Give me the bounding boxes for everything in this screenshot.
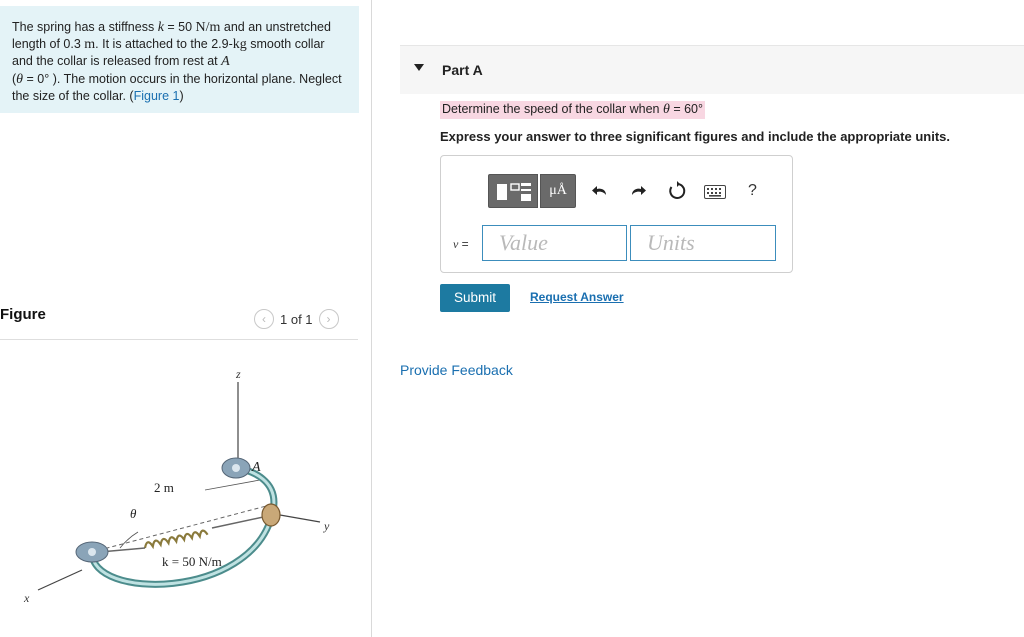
theta-label: θ — [130, 506, 137, 521]
problem-text: . It is attached to the 2.9- — [95, 37, 233, 52]
point-label: A — [221, 54, 230, 70]
pager-text: 1 of 1 — [280, 311, 313, 327]
y-axis-label: y — [323, 519, 330, 533]
spring — [143, 529, 209, 550]
submit-button[interactable]: Submit — [440, 284, 510, 312]
redo-icon[interactable] — [629, 182, 647, 200]
chevron-left-icon[interactable]: ‹ — [254, 309, 274, 329]
problem-text: ) — [179, 88, 184, 103]
spring-rod-end — [211, 515, 269, 529]
radius-dimension-line — [204, 479, 261, 491]
part-title: Part A — [442, 62, 483, 78]
question-suffix: = 60° — [669, 102, 704, 116]
support-pin-top — [232, 464, 240, 472]
x-axis-label: x — [23, 591, 30, 605]
problem-text: = 50 — [163, 20, 196, 34]
templates-icon-graphic — [497, 183, 531, 201]
reset-icon[interactable] — [667, 181, 687, 201]
answer-box: μÅ ? v = Value Units — [440, 155, 793, 273]
point-a-label: A — [251, 460, 261, 475]
chevron-right-icon[interactable]: › — [318, 309, 339, 329]
instructions: Express your answer to three significant… — [440, 129, 950, 144]
request-answer-link[interactable]: Request Answer — [530, 290, 624, 304]
x-axis-line — [37, 569, 83, 591]
undo-icon[interactable] — [591, 182, 609, 200]
question-theta: θ — [662, 102, 670, 117]
part-header[interactable]: Part A — [400, 45, 1024, 94]
collar — [261, 503, 281, 527]
z-axis-label: z — [235, 367, 241, 381]
mass-unit: kg — [232, 37, 247, 53]
radius-label: 2 m — [154, 480, 174, 495]
question-prefix: Determine the speed of the collar when — [442, 102, 663, 116]
length-unit: m — [84, 37, 96, 53]
left-panel: The spring has a stiffness k = 50 N/m an… — [0, 0, 371, 637]
problem-text: The spring has a stiffness — [12, 20, 158, 34]
figure-divider — [0, 339, 358, 340]
figure-pager: ‹ 1 of 1 › — [254, 309, 339, 329]
figure-diagram: z y x A θ 2 m k = 50 N/m — [23, 367, 330, 605]
caret-down-icon[interactable] — [414, 64, 424, 71]
value-input[interactable]: Value — [482, 225, 627, 261]
y-axis-line — [279, 514, 321, 523]
templates-icon[interactable] — [488, 174, 538, 208]
panel-divider — [371, 0, 372, 637]
spring-label: k = 50 N/m — [162, 554, 222, 569]
equals-sign: = — [458, 237, 469, 251]
units-input[interactable]: Units — [630, 225, 776, 261]
keyboard-icon[interactable] — [704, 185, 726, 199]
figure-link[interactable]: Figure 1 — [134, 89, 180, 103]
units-icon[interactable]: μÅ — [540, 174, 576, 208]
problem-statement: The spring has a stiffness k = 50 N/m an… — [0, 6, 359, 113]
k-units: N/m — [195, 20, 221, 35]
help-icon[interactable]: ? — [748, 182, 757, 200]
provide-feedback-link[interactable]: Provide Feedback — [400, 362, 513, 378]
toolbar-math-group: μÅ — [488, 174, 576, 208]
question-text: Determine the speed of the collar when θ… — [440, 101, 706, 119]
theta-arc — [119, 531, 139, 549]
variable-label: v = — [453, 237, 469, 252]
support-pin-left — [88, 548, 96, 556]
figure-title: Figure — [0, 306, 46, 323]
reference-line — [91, 504, 271, 553]
